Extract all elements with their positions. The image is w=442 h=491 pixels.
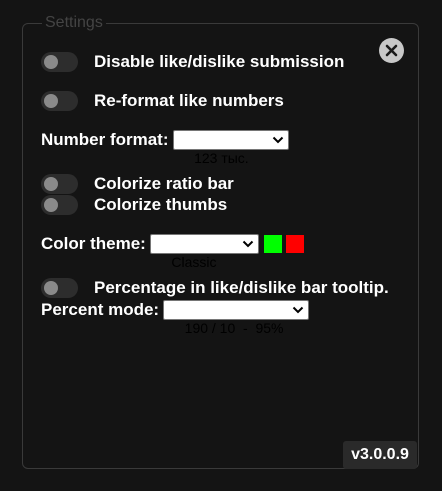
number-format-row: Number format: 123 тыс.	[41, 129, 289, 166]
percentage-tooltip-label: Percentage in like/dislike bar tooltip.	[94, 278, 389, 297]
color-theme-row: Color theme: Classic	[41, 233, 304, 270]
number-format-label: Number format:	[41, 130, 169, 149]
percent-mode-select[interactable]: 190 / 10 - 95%	[163, 300, 310, 336]
close-button[interactable]	[379, 38, 404, 63]
disable-submission-row: Disable like/dislike submission	[41, 51, 344, 73]
number-format-value: 123 тыс.	[194, 150, 249, 166]
percentage-tooltip-row: Percentage in like/dislike bar tooltip.	[41, 277, 389, 299]
percentage-tooltip-toggle[interactable]	[41, 278, 78, 298]
percent-mode-label: Percent mode:	[41, 300, 160, 319]
chevron-down-icon	[242, 240, 254, 248]
reformat-numbers-toggle[interactable]	[41, 91, 78, 111]
close-icon	[385, 44, 398, 57]
version-badge: v3.0.0.9	[343, 441, 417, 469]
disable-submission-toggle[interactable]	[41, 52, 78, 72]
disable-submission-label: Disable like/dislike submission	[94, 52, 345, 71]
reformat-numbers-row: Re-format like numbers	[41, 90, 284, 112]
toggle-knob	[44, 198, 58, 212]
like-color-swatch[interactable]	[263, 235, 282, 253]
percent-mode-value: 190 / 10 - 95%	[184, 320, 284, 336]
settings-legend: Settings	[42, 14, 106, 32]
chevron-down-icon	[272, 136, 283, 144]
colorize-thumbs-label: Colorize thumbs	[94, 195, 228, 214]
toggle-knob	[44, 94, 58, 108]
toggle-knob	[44, 281, 58, 295]
percent-mode-row: Percent mode: 190 / 10 - 95%	[41, 299, 310, 336]
colorize-thumbs-toggle[interactable]	[41, 195, 78, 215]
toggle-knob	[44, 55, 58, 69]
number-format-select[interactable]: 123 тыс.	[172, 130, 289, 166]
chevron-down-icon	[292, 306, 304, 314]
reformat-numbers-label: Re-format like numbers	[94, 91, 284, 110]
color-theme-value: Classic	[171, 254, 217, 270]
colorize-ratio-toggle[interactable]	[41, 174, 78, 194]
dislike-color-swatch[interactable]	[285, 235, 304, 253]
colorize-ratio-row: Colorize ratio bar	[41, 173, 234, 195]
colorize-thumbs-row: Colorize thumbs	[41, 194, 227, 216]
toggle-knob	[44, 177, 58, 191]
colorize-ratio-label: Colorize ratio bar	[94, 174, 234, 193]
color-theme-label: Color theme:	[41, 234, 146, 253]
color-theme-select[interactable]: Classic	[149, 234, 259, 270]
